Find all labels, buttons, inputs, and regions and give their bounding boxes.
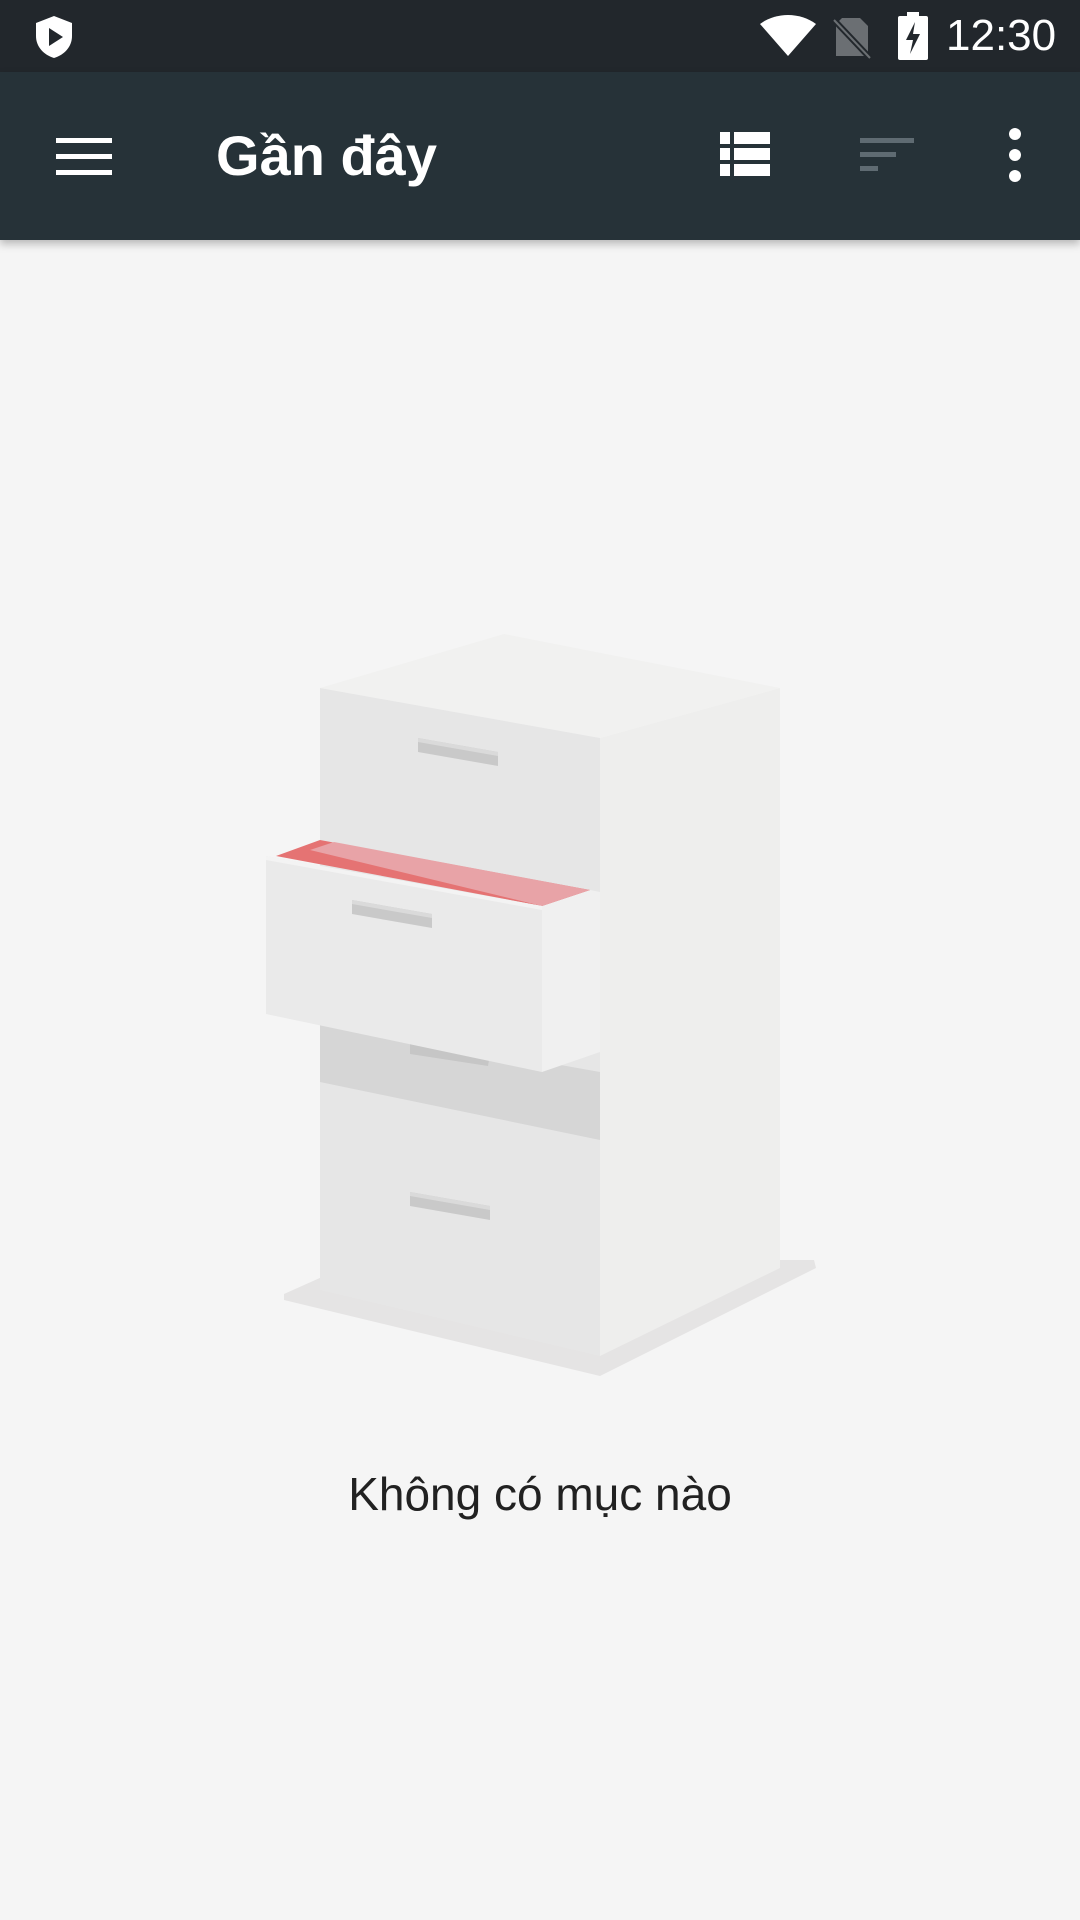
app-bar: Gần đây: [0, 72, 1080, 240]
status-time: 12:30: [946, 11, 1057, 60]
more-vert-icon[interactable]: [990, 122, 1040, 188]
file-cabinet-illustration: [266, 634, 816, 1376]
wifi-icon: [760, 15, 816, 56]
shield-play-icon: [36, 16, 72, 58]
sort-icon[interactable]: [852, 124, 920, 184]
empty-state-message: Không có mục nào: [348, 1468, 732, 1520]
list-view-icon[interactable]: [712, 124, 776, 184]
battery-charging-icon: [898, 12, 928, 60]
status-bar: 12:30: [0, 0, 1080, 72]
page-title: Gần đây: [216, 124, 437, 187]
no-sim-icon: [832, 17, 872, 60]
hamburger-menu-icon[interactable]: [44, 126, 124, 186]
